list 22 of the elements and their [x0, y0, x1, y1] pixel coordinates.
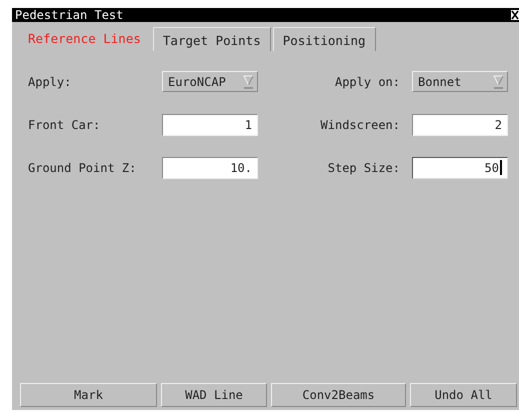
input-field[interactable]: 1	[162, 114, 258, 136]
action-button[interactable]: WAD Line	[161, 383, 267, 407]
action-button[interactable]: Undo All	[410, 383, 517, 407]
input-field[interactable]: 50	[412, 156, 508, 178]
action-button[interactable]: Conv2Beams	[271, 383, 406, 407]
action-button[interactable]: Mark	[20, 383, 157, 407]
field-label: Apply on:	[334, 74, 401, 90]
window-title: Pedestrian Test	[15, 8, 124, 22]
dropdown-arrow-icon	[243, 74, 254, 88]
dropdown-arrow-icon	[493, 74, 504, 88]
field-label: Front Car:	[28, 116, 102, 134]
close-icon[interactable]	[511, 10, 519, 20]
dropdown[interactable]: EuroNCAP	[162, 71, 258, 92]
field-label: Windscreen:	[320, 116, 401, 134]
tab[interactable]: Positioning	[272, 27, 376, 51]
field-label: Ground Point Z:	[28, 160, 138, 176]
field-label: Step Size:	[326, 160, 401, 176]
input-field[interactable]: 2	[412, 114, 508, 136]
field-label: Apply:	[28, 74, 72, 90]
dropdown[interactable]: Bonnet	[412, 71, 508, 92]
input-field[interactable]: 10.	[162, 156, 258, 178]
tab[interactable]: Target Points	[152, 27, 271, 51]
